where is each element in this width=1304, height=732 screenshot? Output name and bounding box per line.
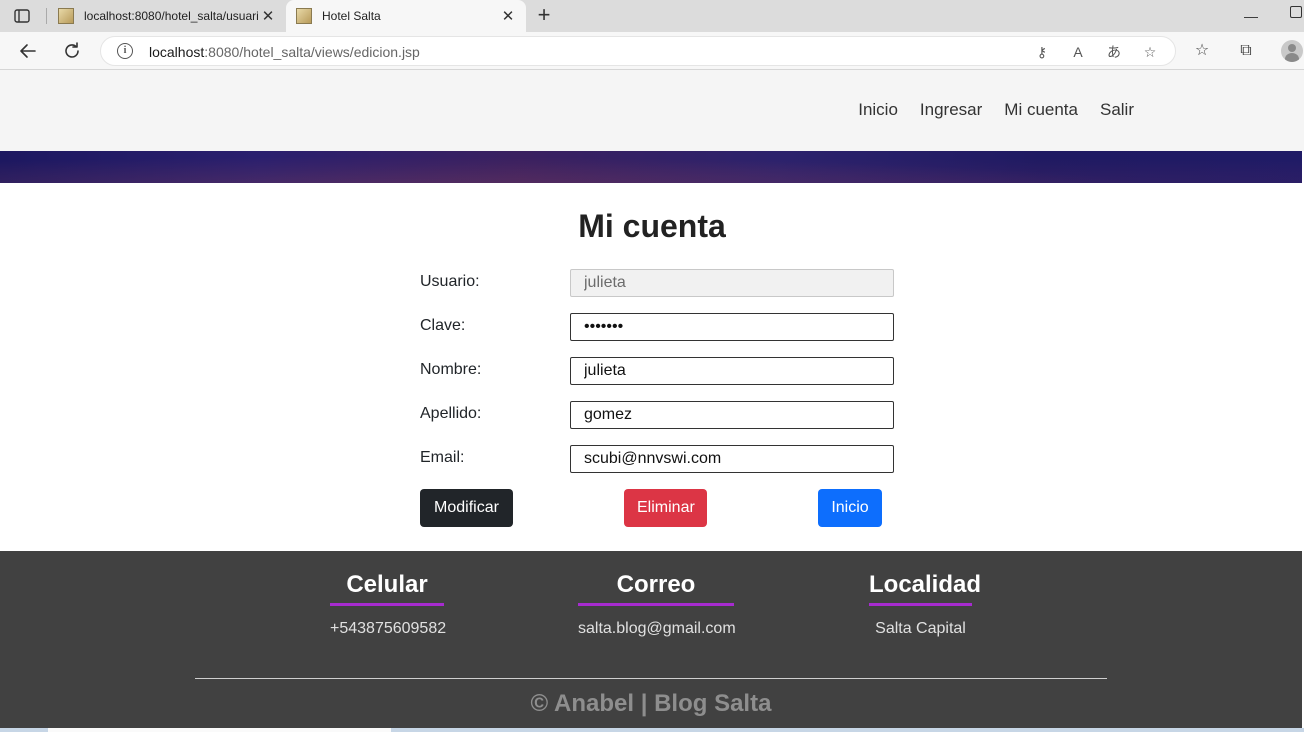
- footer-localidad: Localidad Salta Capital: [869, 571, 981, 638]
- site-footer: Celular +543875609582 Correo salta.blog@…: [0, 551, 1302, 732]
- form-row-clave: Clave:: [420, 310, 900, 354]
- email-field[interactable]: [570, 445, 894, 473]
- collections-icon[interactable]: ⧉: [1235, 40, 1257, 62]
- url-path: :8080/hotel_salta/views/edicion.jsp: [204, 44, 420, 60]
- profile-avatar-icon[interactable]: [1281, 40, 1303, 62]
- reload-icon[interactable]: [61, 40, 83, 62]
- clave-label: Clave:: [420, 317, 466, 334]
- footer-localidad-title: Localidad: [869, 571, 981, 606]
- email-label: Email:: [420, 449, 465, 466]
- footer-celular-value: +543875609582: [330, 620, 447, 637]
- hotel-favicon-icon: [58, 8, 74, 24]
- usuario-field[interactable]: [570, 269, 894, 297]
- eliminar-button[interactable]: Eliminar: [624, 489, 707, 527]
- hero-banner-image: [0, 151, 1302, 183]
- close-tab-icon[interactable]: ✕: [260, 8, 276, 25]
- hotel-favicon-icon: [296, 8, 312, 24]
- back-arrow-icon[interactable]: [17, 40, 39, 62]
- url-text: localhost:8080/hotel_salta/views/edicion…: [149, 44, 420, 60]
- translate-icon[interactable]: あ: [1105, 43, 1123, 61]
- form-row-nombre: Nombre:: [420, 354, 900, 398]
- tab-separator: [46, 8, 47, 24]
- nav-link-ingresar[interactable]: Ingresar: [920, 100, 982, 119]
- apellido-label: Apellido:: [420, 405, 482, 422]
- favorites-icon[interactable]: ☆: [1191, 40, 1213, 62]
- browser-toolbar: i localhost:8080/hotel_salta/views/edici…: [0, 32, 1304, 70]
- nav-link-inicio[interactable]: Inicio: [858, 100, 898, 119]
- clave-field[interactable]: [570, 313, 894, 341]
- footer-correo: Correo salta.blog@gmail.com: [578, 571, 736, 638]
- close-tab-icon[interactable]: ✕: [500, 8, 516, 25]
- footer-correo-title: Correo: [578, 571, 734, 606]
- tab-title: Hotel Salta: [322, 9, 381, 23]
- new-tab-icon[interactable]: +: [534, 4, 554, 26]
- add-favorite-icon[interactable]: ☆: [1141, 43, 1159, 61]
- site-navbar: Inicio Ingresar Mi cuenta Salir: [0, 70, 1304, 151]
- nombre-label: Nombre:: [420, 361, 482, 378]
- footer-celular: Celular +543875609582: [330, 571, 447, 638]
- nav-link-salir[interactable]: Salir: [1100, 100, 1134, 119]
- minimize-icon[interactable]: —: [1244, 8, 1258, 24]
- form-row-apellido: Apellido:: [420, 398, 900, 442]
- browser-tab-bar: localhost:8080/hotel_salta/usuari ✕ Hote…: [0, 0, 1304, 32]
- modificar-button[interactable]: Modificar: [420, 489, 513, 527]
- read-aloud-icon[interactable]: A: [1069, 43, 1087, 61]
- url-host: localhost: [149, 44, 205, 60]
- maximize-icon[interactable]: [1290, 6, 1302, 18]
- site-info-icon[interactable]: i: [117, 43, 133, 59]
- key-icon[interactable]: ⚷: [1033, 43, 1051, 61]
- account-form: Usuario: Clave: Nombre: Apellido: Email:: [420, 266, 900, 486]
- browser-tab-usuario[interactable]: localhost:8080/hotel_salta/usuari ✕: [48, 0, 286, 32]
- footer-celular-title: Celular: [330, 571, 444, 606]
- tab-title: localhost:8080/hotel_salta/usuari: [84, 9, 259, 23]
- usuario-label: Usuario:: [420, 273, 480, 290]
- footer-divider: [195, 678, 1107, 679]
- browser-tab-hotel-salta[interactable]: Hotel Salta ✕: [286, 0, 526, 32]
- page-title: Mi cuenta: [578, 208, 726, 244]
- footer-copyright: © Anabel | Blog Salta: [530, 690, 772, 717]
- footer-correo-value: salta.blog@gmail.com: [578, 620, 736, 637]
- bottom-strip-segment: [48, 728, 391, 732]
- bottom-strip: [0, 728, 1304, 732]
- footer-localidad-value: Salta Capital: [875, 620, 966, 637]
- apellido-field[interactable]: [570, 401, 894, 429]
- form-row-usuario: Usuario:: [420, 266, 900, 310]
- form-row-email: Email:: [420, 442, 900, 486]
- nav-menu: Inicio Ingresar Mi cuenta Salir: [858, 100, 1134, 120]
- inicio-button[interactable]: Inicio: [818, 489, 882, 527]
- nav-link-mi-cuenta[interactable]: Mi cuenta: [1004, 100, 1078, 119]
- tab-actions-icon[interactable]: [12, 6, 32, 26]
- address-bar[interactable]: i localhost:8080/hotel_salta/views/edici…: [100, 36, 1176, 66]
- nombre-field[interactable]: [570, 357, 894, 385]
